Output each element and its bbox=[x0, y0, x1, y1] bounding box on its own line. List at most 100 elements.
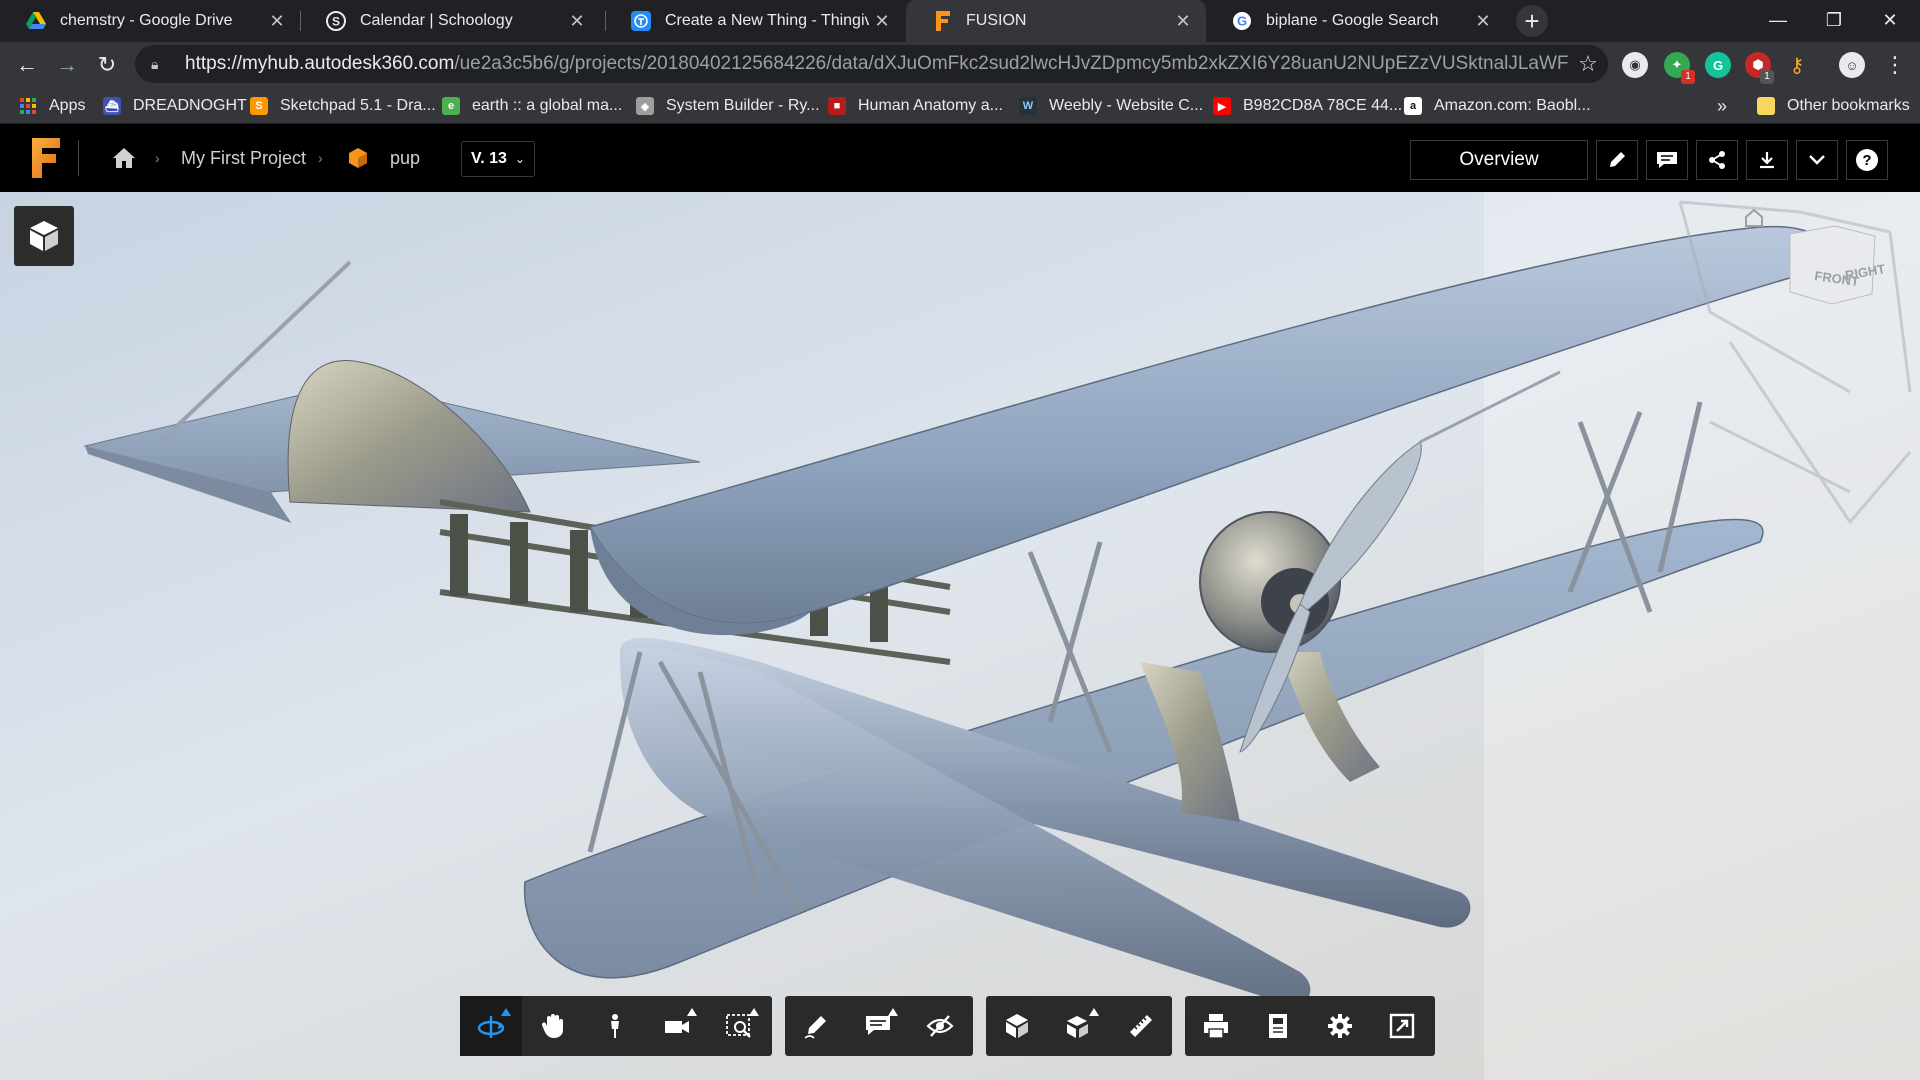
close-tab-icon[interactable]: ✕ bbox=[869, 8, 895, 34]
measure-icon bbox=[1130, 1015, 1152, 1037]
first-person-icon bbox=[611, 1014, 619, 1038]
bookmark-label: Human Anatomy a... bbox=[858, 97, 1003, 114]
viewcube[interactable]: FRONT RIGHT bbox=[1650, 192, 1920, 552]
address-bar[interactable]: 🔒︎ https://myhub.autodesk360.com/ue2a3c5… bbox=[135, 45, 1608, 83]
fullscreen-button[interactable] bbox=[1371, 996, 1433, 1056]
thingiverse-icon bbox=[631, 11, 651, 31]
markup-button[interactable] bbox=[785, 996, 847, 1056]
hide-button[interactable] bbox=[909, 996, 971, 1056]
bookmark-youtube[interactable]: ▶ B982CD8A 78CE 44... bbox=[1213, 88, 1402, 124]
download-icon[interactable] bbox=[1746, 140, 1788, 180]
bookmark-apps[interactable]: Apps bbox=[19, 88, 85, 124]
model-browser-tool-button[interactable] bbox=[986, 996, 1048, 1056]
design-icon bbox=[348, 124, 368, 192]
bookmark-earth[interactable]: e earth :: a global ma... bbox=[442, 88, 622, 124]
viewcube-home-icon[interactable] bbox=[1745, 208, 1763, 227]
overview-button[interactable]: Overview bbox=[1410, 140, 1588, 180]
restore-window-icon[interactable]: ❐ bbox=[1806, 0, 1862, 40]
minimize-window-icon[interactable]: — bbox=[1750, 0, 1806, 40]
close-window-icon[interactable]: ✕ bbox=[1862, 0, 1918, 40]
google-drive-icon bbox=[26, 11, 46, 31]
zoom-window-icon bbox=[726, 1014, 751, 1038]
more-options-chevron-icon[interactable] bbox=[1796, 140, 1838, 180]
tab-title: FUSION bbox=[966, 12, 1027, 29]
breadcrumb-project[interactable]: My First Project bbox=[181, 124, 306, 192]
new-tab-button[interactable]: + bbox=[1516, 5, 1548, 37]
close-tab-icon[interactable]: ✕ bbox=[564, 8, 590, 34]
reload-icon[interactable]: ↻ bbox=[91, 49, 123, 81]
browser-tab-fusion[interactable]: FUSION ✕ bbox=[906, 0, 1206, 42]
breadcrumb-design[interactable]: pup bbox=[390, 124, 420, 192]
home-icon[interactable] bbox=[112, 124, 136, 192]
forward-icon[interactable]: → bbox=[51, 49, 83, 81]
version-dropdown[interactable]: V. 13 ⌄ bbox=[461, 141, 535, 177]
model-browser-button[interactable] bbox=[14, 206, 74, 266]
grammarly-icon[interactable]: G bbox=[1705, 52, 1731, 78]
fullscreen-icon bbox=[1389, 1013, 1415, 1039]
bookmark-label: Weebly - Website C... bbox=[1049, 97, 1204, 114]
properties-button[interactable] bbox=[1247, 996, 1309, 1056]
measure-button[interactable] bbox=[1110, 996, 1172, 1056]
pan-button[interactable] bbox=[522, 996, 584, 1056]
bookmark-label: Amazon.com: Baobl... bbox=[1434, 97, 1591, 114]
orbit-icon bbox=[477, 1016, 505, 1038]
close-tab-icon[interactable]: ✕ bbox=[264, 8, 290, 34]
bookmark-label: Apps bbox=[49, 97, 86, 114]
print-button[interactable] bbox=[1185, 996, 1247, 1056]
other-bookmarks[interactable]: Other bookmarks bbox=[1757, 88, 1910, 124]
tab-title: Create a New Thing - Thingiverse bbox=[665, 12, 869, 29]
browser-tab-google-drive[interactable]: chemstry - Google Drive ✕ bbox=[0, 0, 300, 42]
model-browser-icon bbox=[1006, 1014, 1028, 1038]
orbit-button[interactable] bbox=[460, 996, 522, 1056]
bookmark-dreadnoght[interactable]: ⛴ DREADNOGHT bbox=[103, 88, 247, 124]
bookmarks-overflow-button[interactable]: » bbox=[1717, 88, 1727, 124]
bookmark-human-anatomy[interactable]: ■ Human Anatomy a... bbox=[828, 88, 1003, 124]
amazon-icon: a bbox=[1404, 97, 1422, 115]
back-icon[interactable]: ← bbox=[11, 49, 43, 81]
bookmark-weebly[interactable]: W Weebly - Website C... bbox=[1019, 88, 1203, 124]
comments-icon[interactable] bbox=[1646, 140, 1688, 180]
settings-button[interactable] bbox=[1309, 996, 1371, 1056]
bookmark-label: earth :: a global ma... bbox=[472, 97, 623, 114]
lock-icon: 🔒︎ bbox=[151, 55, 159, 72]
properties-icon bbox=[1269, 1014, 1287, 1038]
3d-viewport[interactable]: FRONT RIGHT bbox=[0, 192, 1920, 1080]
close-tab-icon[interactable]: ✕ bbox=[1470, 8, 1496, 34]
camera-icon bbox=[665, 1021, 689, 1033]
bookmark-label: Other bookmarks bbox=[1787, 97, 1910, 114]
chrome-menu-icon[interactable]: ⋮ bbox=[1879, 49, 1911, 81]
schoology-icon: S bbox=[326, 11, 346, 31]
edit-pencil-icon[interactable] bbox=[1596, 140, 1638, 180]
bookmark-system-builder[interactable]: ◆ System Builder - Ry... bbox=[636, 88, 820, 124]
share-icon[interactable] bbox=[1696, 140, 1738, 180]
breadcrumb-chevron-icon: › bbox=[318, 150, 323, 166]
comment-button[interactable] bbox=[847, 996, 909, 1056]
weebly-icon: W bbox=[1019, 97, 1037, 115]
key-extension-icon[interactable]: ⚷ bbox=[1784, 52, 1810, 78]
google-icon: G bbox=[1232, 11, 1252, 31]
explode-button[interactable] bbox=[1048, 996, 1110, 1056]
profile-avatar[interactable]: ☺ bbox=[1839, 52, 1865, 78]
bookmark-star-icon[interactable]: ☆ bbox=[1568, 51, 1608, 77]
fusion-logo-icon[interactable] bbox=[26, 138, 60, 178]
settings-toolbar-group bbox=[1185, 996, 1435, 1056]
close-tab-icon[interactable]: ✕ bbox=[1170, 8, 1196, 34]
bookmark-sketchpad[interactable]: S Sketchpad 5.1 - Dra... bbox=[250, 88, 436, 124]
biplane-model[interactable] bbox=[0, 192, 1920, 1080]
bookmark-amazon[interactable]: a Amazon.com: Baobl... bbox=[1404, 88, 1591, 124]
first-person-button[interactable] bbox=[584, 996, 646, 1056]
chevron-down-icon: ⌄ bbox=[514, 152, 525, 166]
markup-icon bbox=[804, 1016, 826, 1039]
extension-owl-icon[interactable]: ◉ bbox=[1622, 52, 1648, 78]
hide-icon bbox=[926, 1015, 954, 1037]
tab-title: Calendar | Schoology bbox=[360, 12, 513, 29]
help-icon[interactable]: ? bbox=[1846, 140, 1888, 180]
zoom-window-button[interactable] bbox=[708, 996, 770, 1056]
header-divider bbox=[78, 140, 79, 176]
browser-tab-google-search[interactable]: G biplane - Google Search ✕ bbox=[1206, 0, 1506, 42]
camera-button[interactable] bbox=[646, 996, 708, 1056]
browser-tab-thingiverse[interactable]: Create a New Thing - Thingiverse ✕ bbox=[605, 0, 905, 42]
sketchpad-icon: S bbox=[250, 97, 268, 115]
ship-icon: ⛴ bbox=[103, 97, 121, 115]
browser-tab-schoology[interactable]: S Calendar | Schoology ✕ bbox=[300, 0, 600, 42]
